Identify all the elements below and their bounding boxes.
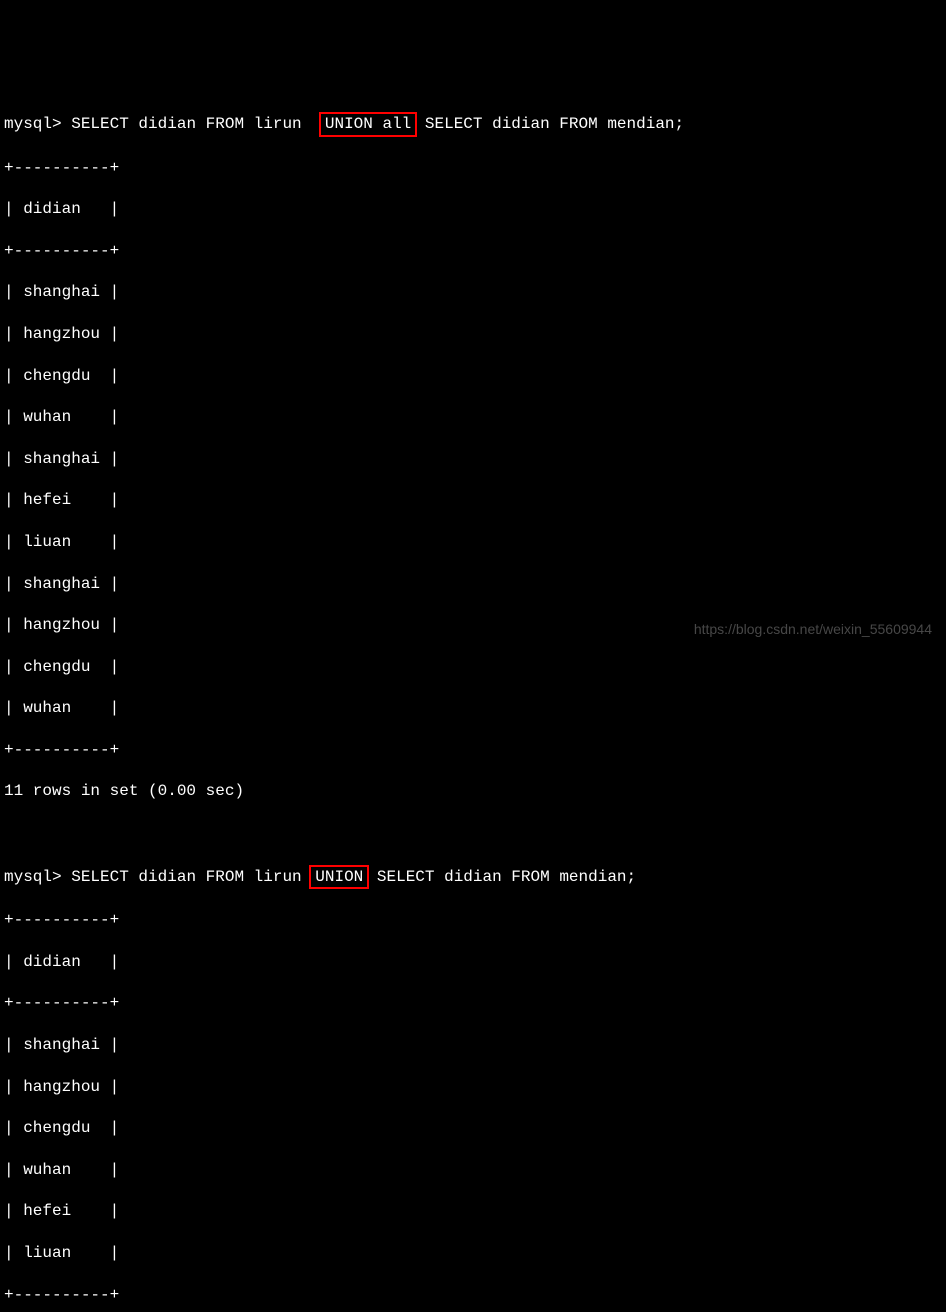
- table-row: | hangzhou |: [4, 324, 946, 345]
- table-row: | hefei |: [4, 1201, 946, 1222]
- table-row: | shanghai |: [4, 282, 946, 303]
- table-row: | chengdu |: [4, 1118, 946, 1139]
- table-row: | wuhan |: [4, 407, 946, 428]
- blank-line: [4, 823, 946, 844]
- table-row: | hefei |: [4, 490, 946, 511]
- query1-line: mysql> SELECT didian FROM lirun UNION al…: [4, 112, 946, 137]
- mysql-prompt[interactable]: mysql>: [4, 868, 71, 886]
- sql-text-pre: SELECT didian FROM lirun: [71, 868, 311, 886]
- table-row: | liuan |: [4, 532, 946, 553]
- table-row: | liuan |: [4, 1243, 946, 1264]
- result-message: 11 rows in set (0.00 sec): [4, 781, 946, 802]
- table-row: | shanghai |: [4, 1035, 946, 1056]
- watermark-text: https://blog.csdn.net/weixin_55609944: [694, 620, 932, 638]
- table-row: | chengdu |: [4, 657, 946, 678]
- table-divider: +----------+: [4, 1285, 946, 1306]
- highlight-union-all: UNION all: [319, 112, 417, 137]
- sql-text-post: SELECT didian FROM mendian;: [367, 868, 636, 886]
- table-header: | didian |: [4, 952, 946, 973]
- query2-line: mysql> SELECT didian FROM lirun UNION SE…: [4, 865, 946, 890]
- table-row: | wuhan |: [4, 1160, 946, 1181]
- table-row: | wuhan |: [4, 698, 946, 719]
- table-divider: +----------+: [4, 993, 946, 1014]
- sql-text-pre: SELECT didian FROM lirun: [71, 115, 321, 133]
- table-header: | didian |: [4, 199, 946, 220]
- table-row: | shanghai |: [4, 449, 946, 470]
- highlight-union: UNION: [309, 865, 369, 890]
- table-divider: +----------+: [4, 910, 946, 931]
- sql-text-post: SELECT didian FROM mendian;: [415, 115, 684, 133]
- table-row: | shanghai |: [4, 574, 946, 595]
- mysql-prompt[interactable]: mysql>: [4, 115, 71, 133]
- table-divider: +----------+: [4, 241, 946, 262]
- table-row: | chengdu |: [4, 366, 946, 387]
- terminal-output: mysql> SELECT didian FROM lirun UNION al…: [4, 91, 946, 1312]
- table-divider: +----------+: [4, 158, 946, 179]
- table-row: | hangzhou |: [4, 1077, 946, 1098]
- table-divider: +----------+: [4, 740, 946, 761]
